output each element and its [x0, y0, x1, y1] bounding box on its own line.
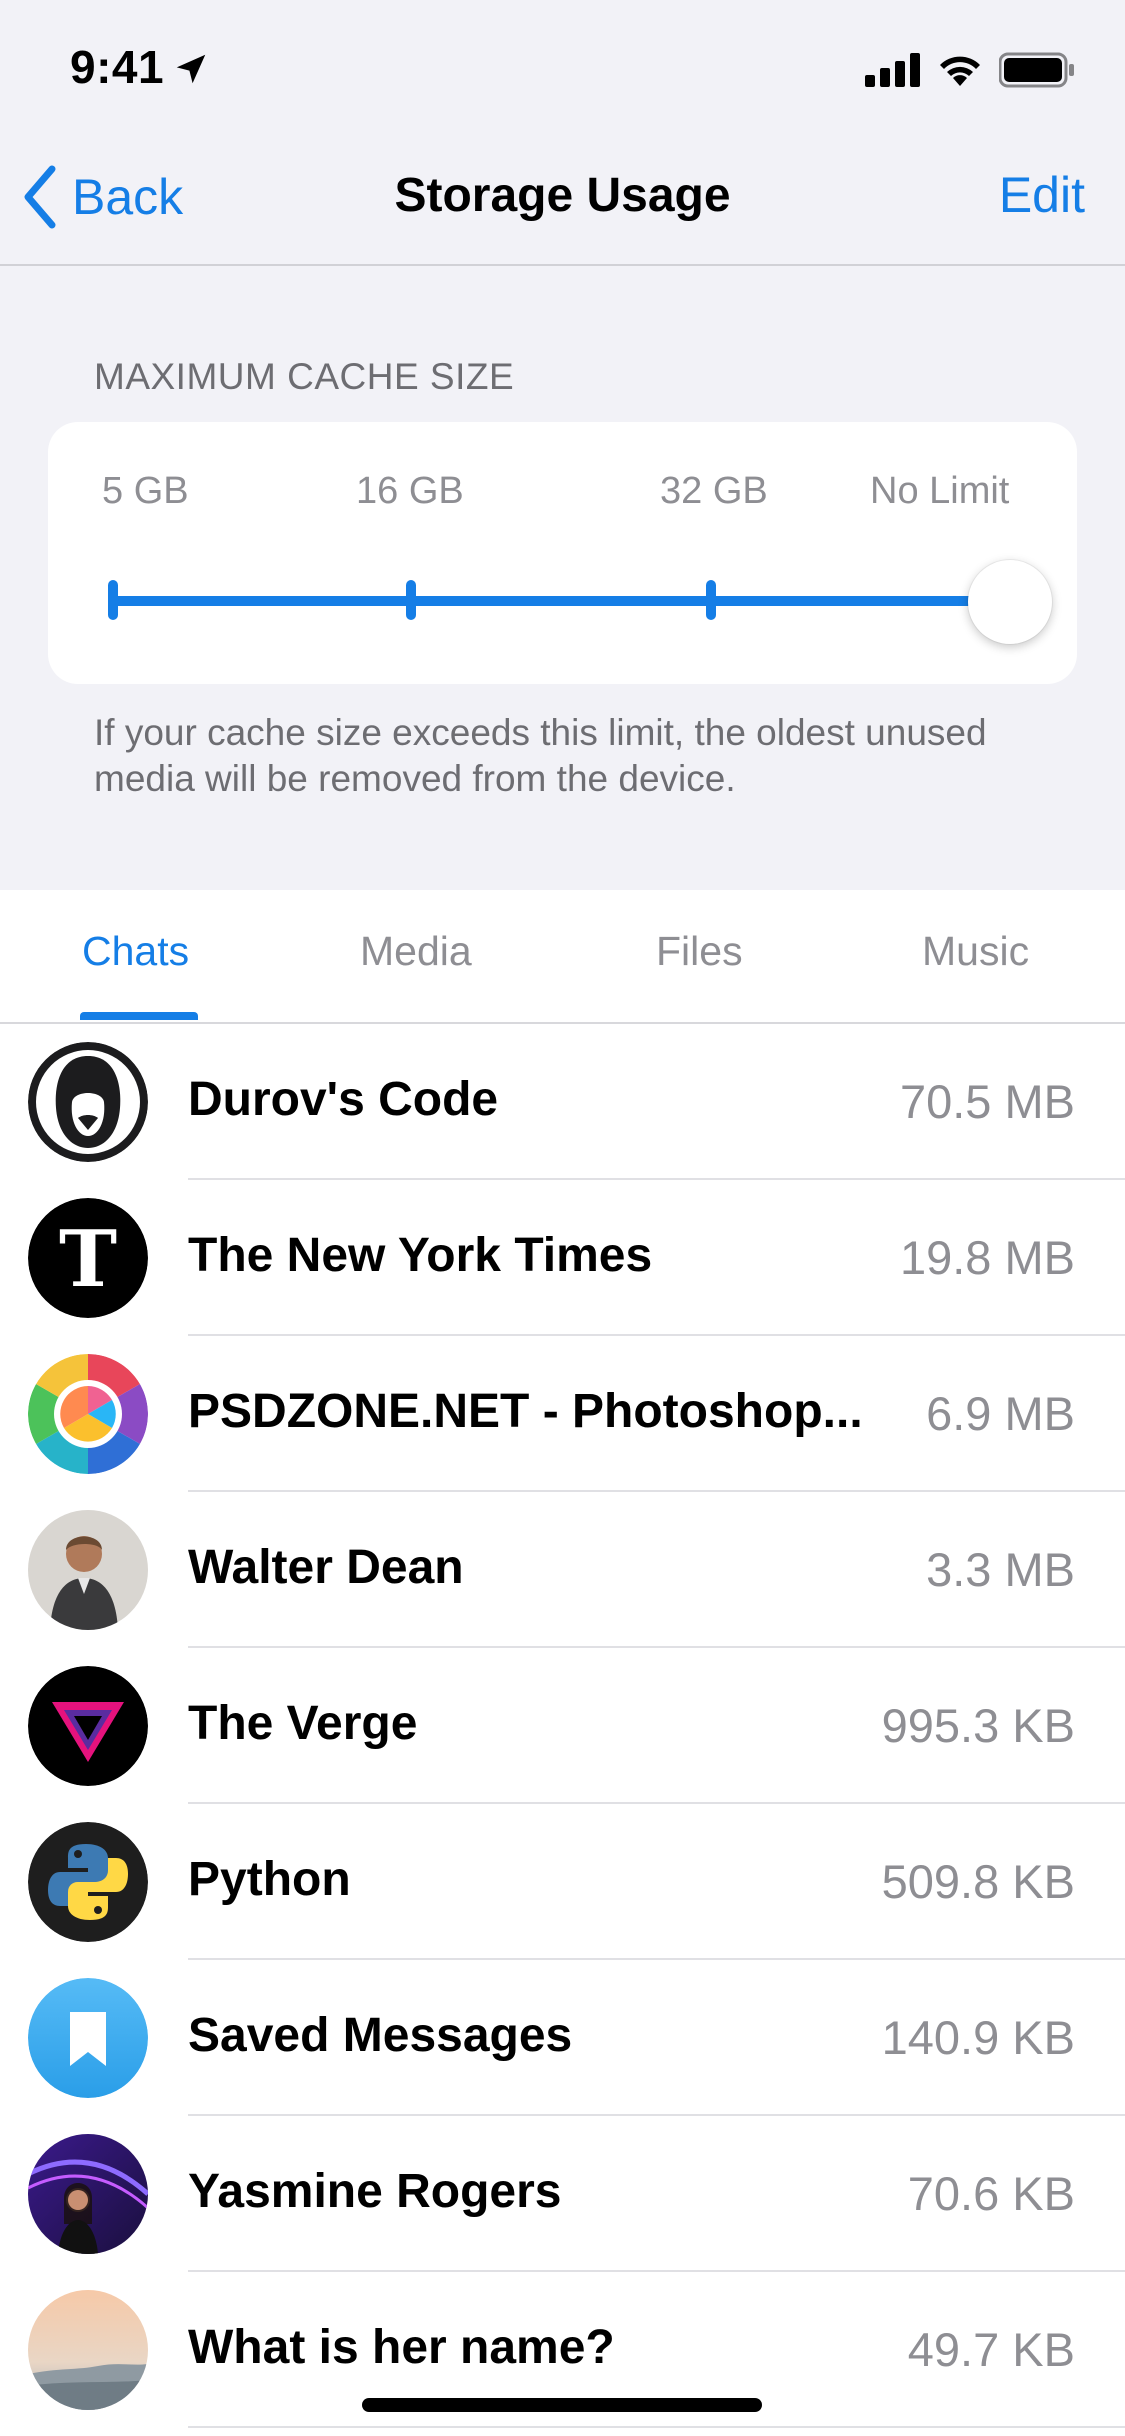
list-item[interactable]: PSDZONE.NET - Photoshop... 6.9 MB [0, 1336, 1125, 1492]
option-label-5gb: 5 GB [102, 470, 189, 512]
chat-name: What is her name? [188, 2321, 615, 2374]
list-item[interactable]: The Verge 995.3 KB [0, 1648, 1125, 1804]
section-header: MAXIMUM CACHE SIZE [94, 356, 515, 397]
edit-button[interactable]: Edit [999, 166, 1085, 224]
status-time: 9:41 [70, 41, 165, 93]
chat-storage-size: 140.9 KB [881, 2011, 1075, 2064]
category-tabs: Chats Media Files Music [0, 890, 1125, 1024]
location-arrow-icon [176, 54, 206, 84]
list-item[interactable]: Saved Messages 140.9 KB [0, 1960, 1125, 2116]
chat-storage-size: 509.8 KB [881, 1855, 1075, 1908]
list-item[interactable]: Python 509.8 KB [0, 1804, 1125, 1960]
tab-chats[interactable]: Chats [82, 928, 189, 975]
chat-storage-list: Durov's Code 70.5 MB T The New York Time… [0, 1024, 1125, 2428]
wifi-icon [940, 56, 980, 86]
cellular-signal-icon [865, 53, 920, 87]
tab-media[interactable]: Media [360, 928, 472, 975]
list-item[interactable]: Yasmine Rogers 70.6 KB [0, 2116, 1125, 2272]
what-is-her-name-avatar [28, 2290, 148, 2410]
nyt-avatar: T [28, 1198, 148, 1318]
cache-settings-section: MAXIMUM CACHE SIZE 5 GB 16 GB 32 GB No L… [0, 266, 1125, 890]
cache-size-slider-track[interactable] [110, 596, 1010, 606]
the-verge-avatar [28, 1666, 148, 1786]
option-label-32gb: 32 GB [660, 470, 768, 512]
slider-tick [406, 580, 416, 620]
chat-storage-size: 70.6 KB [907, 2167, 1075, 2220]
slider-tick [108, 580, 118, 620]
slider-tick [706, 580, 716, 620]
chat-storage-size: 995.3 KB [881, 1699, 1075, 1752]
chat-storage-size: 49.7 KB [907, 2323, 1075, 2376]
tab-files[interactable]: Files [656, 928, 743, 975]
chat-name: Durov's Code [188, 1073, 499, 1126]
option-label-no-limit: No Limit [870, 470, 1010, 512]
saved-messages-avatar [28, 1978, 148, 2098]
list-item[interactable]: Durov's Code 70.5 MB [0, 1024, 1125, 1180]
tab-music[interactable]: Music [922, 928, 1029, 975]
chat-storage-size: 3.3 MB [926, 1543, 1075, 1596]
option-label-16gb: 16 GB [356, 470, 464, 512]
chat-storage-size: 19.8 MB [899, 1231, 1075, 1284]
walter-dean-avatar [28, 1510, 148, 1630]
chat-name: Walter Dean [188, 1541, 464, 1594]
svg-text:T: T [59, 1214, 117, 1305]
cache-size-slider-knob[interactable] [968, 560, 1052, 644]
list-item[interactable]: T The New York Times 19.8 MB [0, 1180, 1125, 1336]
chat-storage-size: 6.9 MB [926, 1387, 1075, 1440]
yasmine-rogers-avatar [28, 2134, 148, 2254]
psdzone-avatar [28, 1354, 148, 1474]
chat-name: Yasmine Rogers [188, 2165, 562, 2218]
cache-footer-note: If your cache size exceeds this limit, t… [94, 712, 987, 799]
battery-icon [999, 52, 1074, 88]
list-item[interactable]: Walter Dean 3.3 MB [0, 1492, 1125, 1648]
durovs-code-avatar [28, 1042, 148, 1162]
active-tab-indicator [80, 1012, 198, 1020]
cache-size-card: 5 GB 16 GB 32 GB No Limit [48, 422, 1077, 684]
chat-name: PSDZONE.NET - Photoshop... [188, 1385, 863, 1438]
home-indicator [362, 2398, 762, 2412]
chat-storage-size: 70.5 MB [899, 1075, 1075, 1128]
chat-name: The New York Times [188, 1229, 653, 1282]
page-title: Storage Usage [394, 169, 731, 222]
navigation-bar: Back Storage Usage Edit [0, 132, 1125, 266]
divider [188, 2426, 1125, 2428]
chat-name: The Verge [188, 1697, 418, 1750]
python-avatar [28, 1822, 148, 1942]
status-icons [865, 48, 1075, 92]
chat-name: Python [188, 1853, 351, 1906]
status-bar: 9:41 [0, 0, 1125, 132]
chat-name: Saved Messages [188, 2009, 573, 2062]
